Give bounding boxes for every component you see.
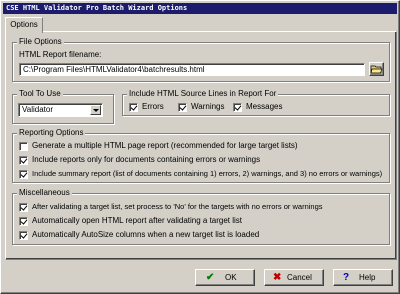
help-button[interactable]: ? Help [333,269,393,286]
source-lines-group: Include HTML Source Lines in Report For … [122,89,390,116]
messages-label: Messages [246,102,283,111]
close-icon: ✖ [273,272,282,283]
check-icon: ✔ [206,272,215,283]
autosize-columns-label: Automatically AutoSize columns when a ne… [32,230,260,239]
miscellaneous-group: Miscellaneous After validating a target … [12,188,390,245]
tool-select[interactable]: Validator [18,103,103,117]
errors-checkbox[interactable] [129,103,138,112]
warnings-label: Warnings [191,102,225,111]
file-options-label: File Options [17,37,64,47]
set-process-no-checkbox[interactable] [19,203,28,212]
chevron-down-icon[interactable] [90,105,101,115]
dialog-window: CSE HTML Validator Pro Batch Wizard Opti… [0,0,400,294]
reporting-options-label: Reporting Options [17,128,86,138]
warnings-checkbox[interactable] [178,103,187,112]
auto-open-report-label: Automatically open HTML report after val… [32,216,243,225]
report-filename-label: HTML Report filename: [19,50,101,60]
tool-group: Tool To Use Validator [12,89,114,124]
ok-button-label: OK [225,273,237,282]
help-button-label: Help [359,273,376,282]
set-process-no-label: After validating a target list, set proc… [32,202,323,211]
cancel-button[interactable]: ✖ Cancel [264,269,324,286]
multi-page-report-label: Generate a multiple HTML page report (re… [32,141,298,150]
multi-page-report-checkbox[interactable] [19,142,28,151]
errors-label: Errors [142,102,164,111]
summary-report-label: Include summary report (list of document… [32,169,383,178]
reporting-options-group: Reporting Options Generate a multiple HT… [12,128,390,183]
auto-open-report-checkbox[interactable] [19,217,28,226]
title-bar[interactable]: CSE HTML Validator Pro Batch Wizard Opti… [3,3,397,14]
folder-open-icon [370,65,383,74]
tool-select-value: Validator [22,105,53,114]
tool-group-label: Tool To Use [17,89,63,99]
tab-options[interactable]: Options [5,17,43,33]
ok-button[interactable]: ✔ OK [195,269,255,286]
source-lines-label: Include HTML Source Lines in Report For [127,89,279,99]
cancel-button-label: Cancel [287,273,312,282]
tab-page-options: File Options HTML Report filename: C:\Pr… [5,31,397,260]
errors-only-reports-checkbox[interactable] [19,156,28,165]
report-filename-input[interactable]: C:\Program Files\HTMLValidator4\batchres… [19,63,365,76]
file-options-group: File Options HTML Report filename: C:\Pr… [12,37,390,82]
help-icon: ? [343,272,350,283]
summary-report-checkbox[interactable] [19,170,28,179]
report-filename-label-text: HTML Report filename: [19,50,102,59]
miscellaneous-label: Miscellaneous [17,188,72,198]
messages-checkbox[interactable] [233,103,242,112]
browse-button[interactable] [369,62,384,76]
errors-only-reports-label: Include reports only for documents conta… [32,155,261,164]
autosize-columns-checkbox[interactable] [19,231,28,240]
